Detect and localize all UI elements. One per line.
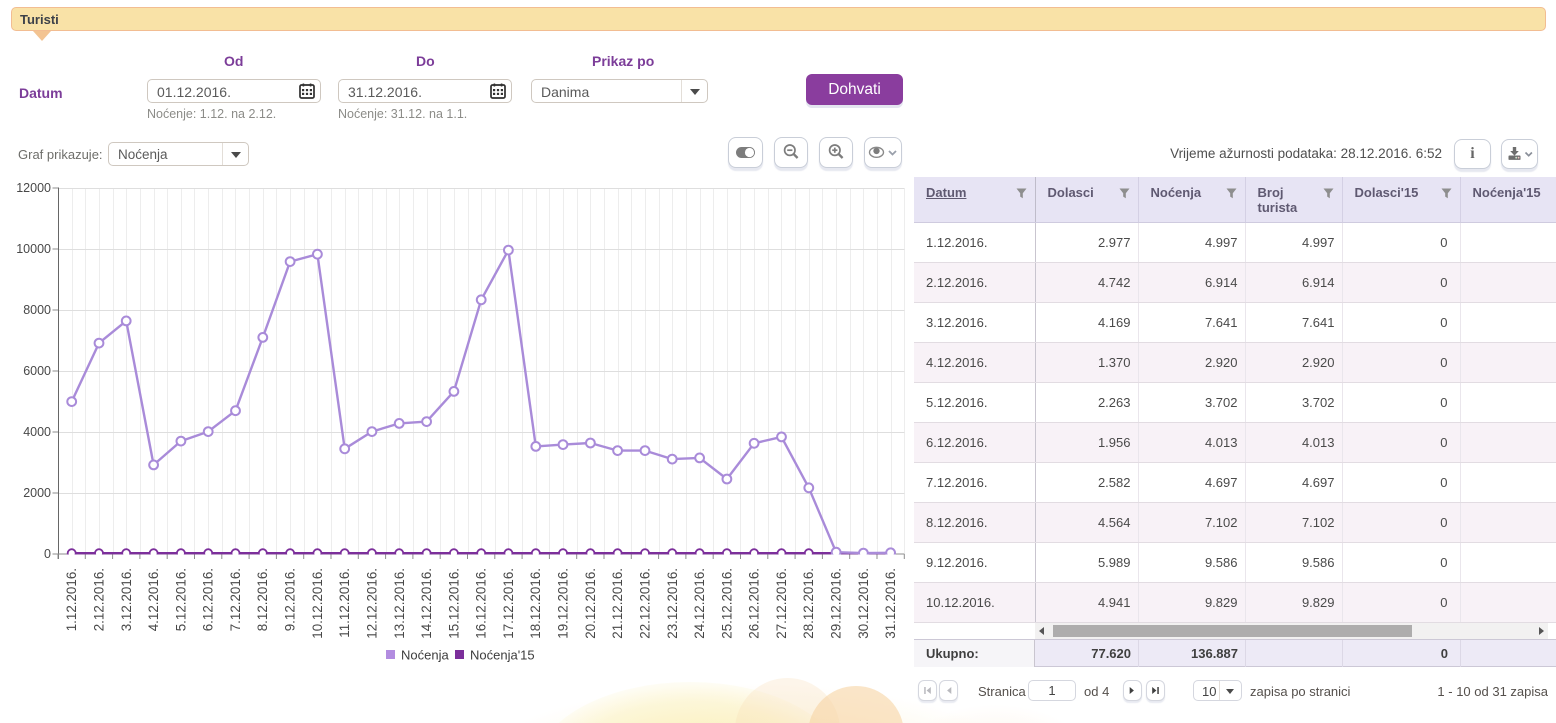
svg-text:4.12.2016.: 4.12.2016. [146, 568, 161, 631]
svg-text:3.12.2016.: 3.12.2016. [119, 568, 134, 631]
svg-text:19.12.2016.: 19.12.2016. [556, 568, 571, 639]
svg-text:5.12.2016.: 5.12.2016. [173, 568, 188, 631]
svg-text:24.12.2016.: 24.12.2016. [692, 568, 707, 639]
svg-text:8000: 8000 [23, 303, 51, 317]
svg-text:31.12.2016.: 31.12.2016. [883, 568, 898, 639]
svg-text:6.12.2016.: 6.12.2016. [201, 568, 216, 631]
svg-text:Noćenja'15: Noćenja'15 [470, 648, 535, 663]
svg-text:13.12.2016.: 13.12.2016. [392, 568, 407, 639]
svg-text:20.12.2016.: 20.12.2016. [583, 568, 598, 639]
svg-text:22.12.2016.: 22.12.2016. [638, 568, 653, 639]
svg-text:29.12.2016.: 29.12.2016. [829, 568, 844, 639]
svg-text:14.12.2016.: 14.12.2016. [419, 568, 434, 639]
svg-text:23.12.2016.: 23.12.2016. [665, 568, 680, 639]
svg-text:9.12.2016.: 9.12.2016. [283, 568, 298, 631]
svg-text:8.12.2016.: 8.12.2016. [255, 568, 270, 631]
svg-text:16.12.2016.: 16.12.2016. [474, 568, 489, 639]
svg-text:11.12.2016.: 11.12.2016. [337, 568, 352, 638]
svg-text:10000: 10000 [16, 242, 51, 256]
svg-text:4000: 4000 [23, 425, 51, 439]
svg-text:7.12.2016.: 7.12.2016. [228, 568, 243, 631]
svg-text:12.12.2016.: 12.12.2016. [364, 568, 379, 639]
svg-text:0: 0 [44, 547, 51, 561]
svg-text:17.12.2016.: 17.12.2016. [501, 568, 516, 639]
svg-text:2000: 2000 [23, 486, 51, 500]
svg-text:15.12.2016.: 15.12.2016. [446, 568, 461, 639]
svg-text:30.12.2016.: 30.12.2016. [856, 568, 871, 639]
svg-text:Noćenja: Noćenja [401, 648, 449, 663]
svg-text:18.12.2016.: 18.12.2016. [528, 568, 543, 639]
svg-text:1.12.2016.: 1.12.2016. [64, 568, 79, 631]
svg-text:10.12.2016.: 10.12.2016. [310, 568, 325, 639]
svg-text:28.12.2016.: 28.12.2016. [801, 568, 816, 639]
svg-text:25.12.2016.: 25.12.2016. [719, 568, 734, 639]
svg-text:12000: 12000 [16, 181, 51, 195]
svg-text:27.12.2016.: 27.12.2016. [774, 568, 789, 639]
svg-text:21.12.2016.: 21.12.2016. [610, 568, 625, 639]
svg-text:26.12.2016.: 26.12.2016. [747, 568, 762, 639]
svg-text:6000: 6000 [23, 364, 51, 378]
svg-text:2.12.2016.: 2.12.2016. [92, 568, 107, 631]
